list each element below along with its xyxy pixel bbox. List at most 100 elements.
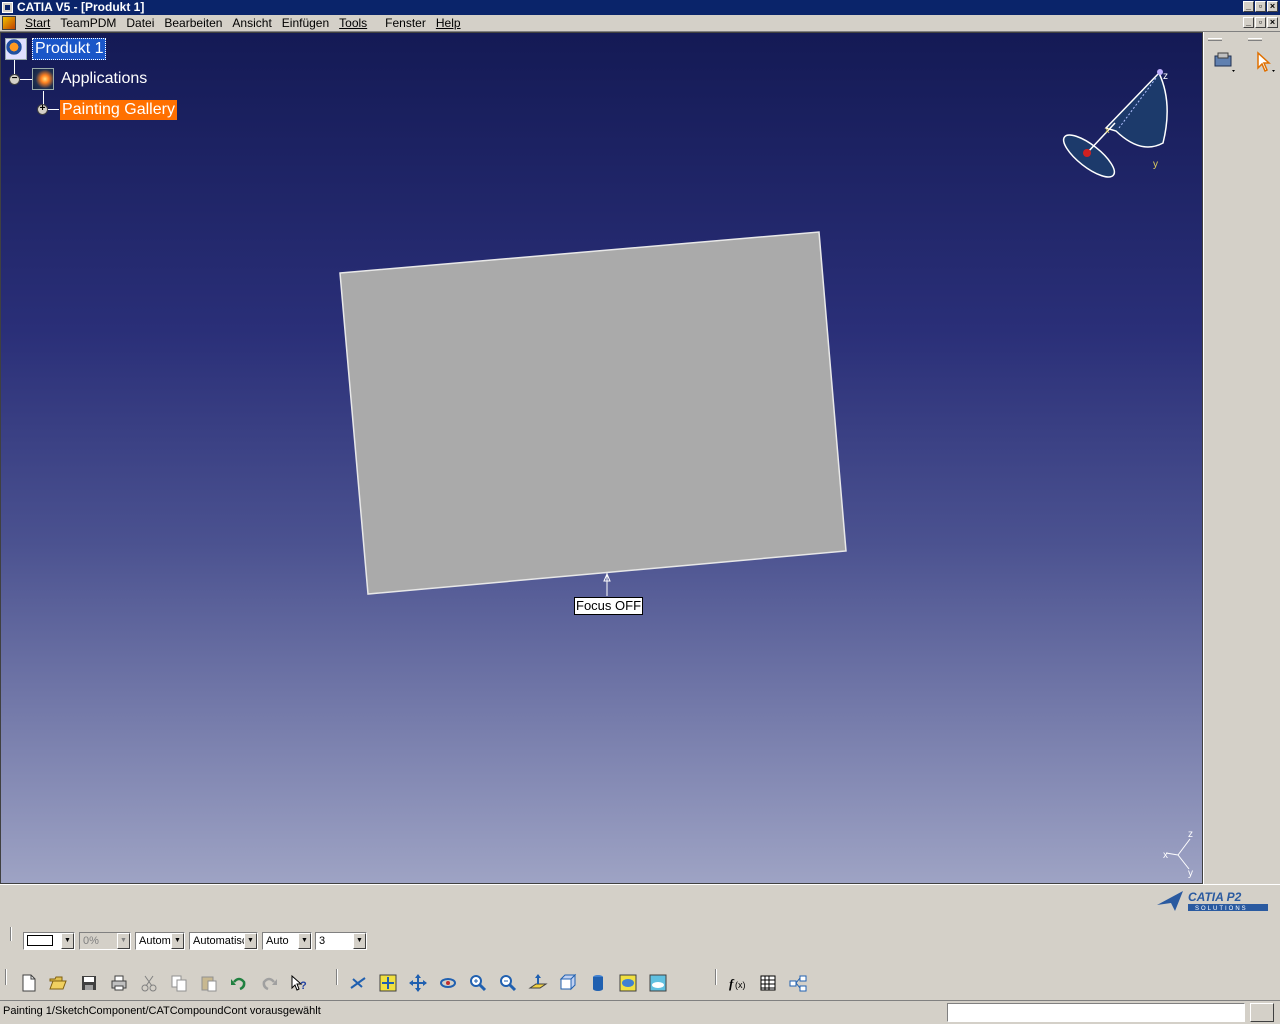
hide-show-button[interactable] (616, 972, 640, 994)
doc-close-button[interactable]: × (1267, 17, 1278, 28)
copy-button[interactable] (167, 972, 191, 994)
cut-button[interactable] (137, 972, 161, 994)
menu-datei[interactable]: Datei (121, 15, 159, 32)
redo-icon (262, 977, 277, 991)
open-icon (49, 976, 67, 990)
tree-node-painting-gallery[interactable]: Painting Gallery (57, 100, 177, 120)
power-input-button[interactable] (1250, 1003, 1274, 1022)
undo-icon (231, 977, 246, 991)
compass-icon[interactable]: z y x (1058, 69, 1168, 184)
app-icon[interactable] (2, 2, 13, 13)
view-mode-button[interactable] (586, 972, 610, 994)
menu-ansicht[interactable]: Ansicht (227, 15, 276, 32)
table-button[interactable] (756, 972, 780, 994)
triad-z-label: z (1188, 829, 1193, 840)
compass-z-label: z (1163, 71, 1168, 82)
dropdown-arrow-icon[interactable]: ▼ (171, 933, 184, 949)
menu-einfuegen[interactable]: Einfügen (277, 15, 334, 32)
save-button[interactable] (77, 972, 101, 994)
minimize-button[interactable]: _ (1243, 1, 1254, 12)
whats-this-button[interactable]: ? (287, 972, 311, 994)
hide-show-icon (619, 974, 637, 992)
normal-view-icon (528, 974, 548, 989)
tree-node-applications[interactable]: Applications (32, 68, 149, 90)
focus-label: Focus OFF (574, 597, 644, 615)
formula-button[interactable]: f (x) (726, 972, 750, 994)
table-icon (760, 975, 776, 991)
triad-x-label: x (1163, 850, 1168, 861)
tree-label-applications[interactable]: Applications (59, 69, 149, 89)
parameters-icon (789, 975, 807, 992)
fit-all-button[interactable] (376, 972, 400, 994)
menu-start[interactable]: Start (20, 15, 55, 32)
menu-bearbeiten[interactable]: Bearbeiten (159, 15, 227, 32)
paste-button[interactable] (197, 972, 221, 994)
parameters-button[interactable] (786, 972, 810, 994)
new-button[interactable] (17, 972, 41, 994)
zoom-out-icon (500, 975, 517, 992)
undo-button[interactable] (227, 972, 251, 994)
triad-y-label: y (1188, 868, 1193, 879)
menu-teampdm[interactable]: TeamPDM (55, 15, 121, 32)
status-bar: Painting 1/SketchComponent/CATCompoundCo… (0, 1000, 1280, 1024)
print-button[interactable] (107, 972, 131, 994)
toolbar-grip[interactable] (1248, 38, 1262, 41)
window-controls: _ ▫ × (1243, 1, 1278, 12)
3d-viewport[interactable]: z y x z x y Produkt 1 − Applications + P… (0, 32, 1203, 884)
collapse-icon[interactable]: − (9, 74, 20, 85)
menu-tools[interactable]: Tools (334, 15, 372, 32)
status-text: Painting 1/SketchComponent/CATCompoundCo… (3, 1005, 321, 1017)
painting-canvas-sheet[interactable]: z y x z x y (1, 33, 1203, 884)
view-mode-icon (593, 975, 603, 991)
menu-help[interactable]: Help (431, 15, 466, 32)
new-icon (22, 974, 36, 992)
select-arrow-icon[interactable] (1252, 50, 1276, 74)
svg-text:(x): (x) (735, 980, 746, 990)
tree-label-painting-gallery[interactable]: Painting Gallery (60, 100, 177, 120)
power-input-field[interactable] (947, 1003, 1245, 1022)
tree-label-produkt[interactable]: Produkt 1 (32, 38, 107, 60)
formula-icon: f (x) (729, 976, 746, 991)
painting-tools-icon[interactable] (1212, 50, 1236, 74)
color-combo[interactable]: ▼ (23, 932, 75, 950)
dropdown-arrow-icon[interactable]: ▼ (298, 933, 311, 949)
fly-mode-button[interactable] (346, 972, 370, 994)
bottom-toolbars: CATIA P2 SOLUTIONS ▼ 0% ▼ Autom ▼ Automa… (0, 884, 1280, 1000)
rotate-icon (440, 978, 456, 988)
open-button[interactable] (46, 972, 70, 994)
normal-view-button[interactable] (526, 972, 550, 994)
quick-view-button[interactable] (556, 972, 580, 994)
rotate-button[interactable] (436, 972, 460, 994)
line-type-combo[interactable]: Automatisc ▼ (189, 932, 258, 950)
close-button[interactable]: × (1267, 1, 1278, 12)
zoom-in-icon (470, 975, 487, 992)
compass-x-label: x (1105, 125, 1110, 135)
pan-button[interactable] (406, 972, 430, 994)
document-icon[interactable] (2, 16, 16, 30)
expand-icon[interactable]: + (37, 104, 48, 115)
layer-combo[interactable]: 3 ▼ (315, 932, 367, 950)
zoom-out-button[interactable] (496, 972, 520, 994)
menu-fenster[interactable]: Fenster (380, 15, 431, 32)
copy-icon (171, 975, 187, 992)
dropdown-arrow-icon[interactable]: ▼ (353, 933, 366, 949)
dropdown-arrow-icon[interactable]: ▼ (61, 933, 74, 949)
print-icon (111, 975, 127, 991)
swap-visible-button[interactable] (646, 972, 670, 994)
fit-all-icon (379, 974, 397, 992)
doc-restore-button[interactable]: ▫ (1255, 17, 1266, 28)
doc-minimize-button[interactable]: _ (1243, 17, 1254, 28)
redo-button[interactable] (257, 972, 281, 994)
cut-icon (141, 975, 157, 992)
restore-button[interactable]: ▫ (1255, 1, 1266, 12)
point-type-combo[interactable]: Auto ▼ (262, 932, 312, 950)
quick-view-icon (559, 973, 577, 991)
tree-node-produkt[interactable]: Produkt 1 (5, 38, 107, 60)
toolbar-grip[interactable] (1208, 38, 1222, 41)
fly-mode-icon (350, 977, 366, 989)
line-weight-combo[interactable]: Autom ▼ (135, 932, 185, 950)
logo-subtext: SOLUTIONS (1195, 906, 1248, 912)
dropdown-arrow-icon[interactable]: ▼ (244, 933, 257, 949)
dropdown-arrow-icon: ▼ (117, 933, 130, 949)
zoom-in-button[interactable] (466, 972, 490, 994)
